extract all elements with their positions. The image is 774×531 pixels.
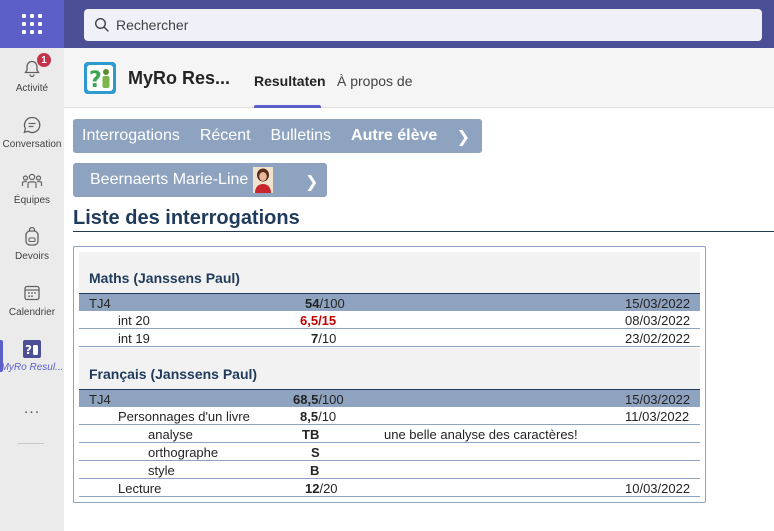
nav-item-interrogations[interactable]: Interrogations <box>82 127 180 145</box>
calendar-icon <box>24 285 40 300</box>
row-label: Lecture <box>118 481 162 496</box>
top-bar: Rechercher <box>0 0 774 48</box>
row-score: 6,5/15 <box>300 313 337 328</box>
nav-item-bulletins[interactable]: Bulletins <box>271 127 331 145</box>
search-placeholder: Rechercher <box>116 17 189 33</box>
rail-label: Activité <box>15 82 49 94</box>
row-score: B <box>310 463 320 478</box>
rail-label: Devoirs <box>15 250 49 262</box>
left-rail: Activité 1 Conversation Équipes Devoirs … <box>0 48 64 531</box>
table-row: int 20 6,5/15 08/03/2022 <box>79 311 700 329</box>
app-title: MyRo Res... <box>128 68 231 88</box>
search-icon <box>94 17 109 32</box>
row-date: 15/03/2022 <box>625 296 691 311</box>
nav-item-recent[interactable]: Récent <box>200 127 251 145</box>
notification-badge: 1 <box>36 52 52 68</box>
student-avatar <box>253 167 273 193</box>
table-row: style B <box>79 461 700 479</box>
nav-item-other-student[interactable]: Autre élève <box>351 127 437 145</box>
svg-text:?: ? <box>89 68 102 93</box>
section-header: Maths (Janssens Paul) <box>79 252 700 298</box>
row-label: Personnages d'un livre <box>118 409 250 424</box>
row-date: 11/03/2022 <box>625 409 690 424</box>
row-comment: une belle analyse des caractères! <box>384 427 578 442</box>
table-row: Personnages d'un livre 8,5/10 11/03/2022 <box>79 407 700 425</box>
teams-icon <box>21 173 43 188</box>
app-header: ? MyRo Res... Resultaten À propos de <box>64 48 774 108</box>
student-name: Beernaerts Marie-Line <box>90 171 249 188</box>
tab-about[interactable]: À propos de <box>337 73 413 89</box>
app-area: ? MyRo Res... Resultaten À propos de Int… <box>64 48 774 531</box>
row-label: analyse <box>148 427 193 442</box>
row-label: TJ4 <box>89 392 111 407</box>
chevron-right-icon[interactable]: ❯ <box>305 172 318 192</box>
main-content: Interrogations Récent Bulletins Autre él… <box>64 109 774 531</box>
row-date: 15/03/2022 <box>625 392 691 407</box>
row-score: 68,5 <box>293 392 319 407</box>
row-max: /10 <box>318 409 337 424</box>
nav-bar: Interrogations Récent Bulletins Autre él… <box>73 119 482 153</box>
rail-label: Calendrier <box>8 306 56 318</box>
row-label: TJ4 <box>89 296 111 311</box>
section-title: Maths (Janssens Paul) <box>89 270 240 286</box>
row-label: int 20 <box>118 313 150 328</box>
rail-item-assignments[interactable]: Devoirs <box>0 216 64 272</box>
app-launcher-icon[interactable] <box>0 0 64 48</box>
rail-item-activity[interactable]: Activité 1 <box>0 48 64 104</box>
search-input[interactable]: Rechercher <box>84 9 762 41</box>
row-label: int 19 <box>118 331 150 346</box>
row-score: TB <box>302 427 320 442</box>
section-title: Français (Janssens Paul) <box>89 366 258 382</box>
rail-label: Conversation <box>2 138 62 150</box>
row-date: 23/02/2022 <box>625 331 691 346</box>
row-max: /100 <box>319 296 345 311</box>
more-apps-icon[interactable]: ... <box>0 400 64 418</box>
row-max: /100 <box>318 392 344 407</box>
chat-icon <box>23 116 41 133</box>
row-score: 8,5 <box>300 409 319 424</box>
row-score: 54 <box>305 296 320 311</box>
active-tab-indicator <box>254 105 321 108</box>
row-score: 12 <box>305 481 320 496</box>
row-max: /20 <box>319 481 338 496</box>
rail-item-myro[interactable]: ? MyRo Resul... <box>0 328 64 384</box>
rail-item-conversation[interactable]: Conversation <box>0 104 64 160</box>
results-panel: Maths (Janssens Paul) TJ4 54/100 15/03/2… <box>73 246 706 503</box>
table-row: analyse TB une belle analyse des caractè… <box>79 425 700 443</box>
myro-app-icon: ? <box>23 339 41 358</box>
rail-label: MyRo Resul... <box>0 361 64 373</box>
table-row-total: TJ4 68,5/100 15/03/2022 <box>79 389 700 407</box>
row-date: 08/03/2022 <box>625 313 691 328</box>
rail-item-calendar[interactable]: Calendrier <box>0 272 64 328</box>
tab-resultaten[interactable]: Resultaten <box>254 73 326 89</box>
rail-item-teams[interactable]: Équipes <box>0 160 64 216</box>
rail-divider <box>18 443 44 444</box>
rail-label: Équipes <box>13 194 51 206</box>
page-title: Liste des interrogations <box>73 207 300 229</box>
backpack-icon <box>25 226 39 246</box>
table-row: orthographe S <box>79 443 700 461</box>
row-label: orthographe <box>148 445 219 460</box>
table-row: Lecture 12/20 10/03/2022 <box>79 479 700 497</box>
app-logo-icon: ? <box>84 62 116 94</box>
title-underline <box>73 231 774 232</box>
section-header: Français (Janssens Paul) <box>79 348 700 394</box>
student-selector[interactable]: Beernaerts Marie-Line ❯ <box>73 163 327 197</box>
table-row-total: TJ4 54/100 15/03/2022 <box>79 293 700 311</box>
table-row: int 19 7/10 23/02/2022 <box>79 329 700 347</box>
row-label: style <box>148 463 175 478</box>
row-score: S <box>311 445 320 460</box>
row-date: 10/03/2022 <box>625 481 691 496</box>
row-max: /10 <box>318 331 337 346</box>
chevron-right-icon[interactable]: ❯ <box>457 127 470 147</box>
svg-text:?: ? <box>25 343 32 357</box>
